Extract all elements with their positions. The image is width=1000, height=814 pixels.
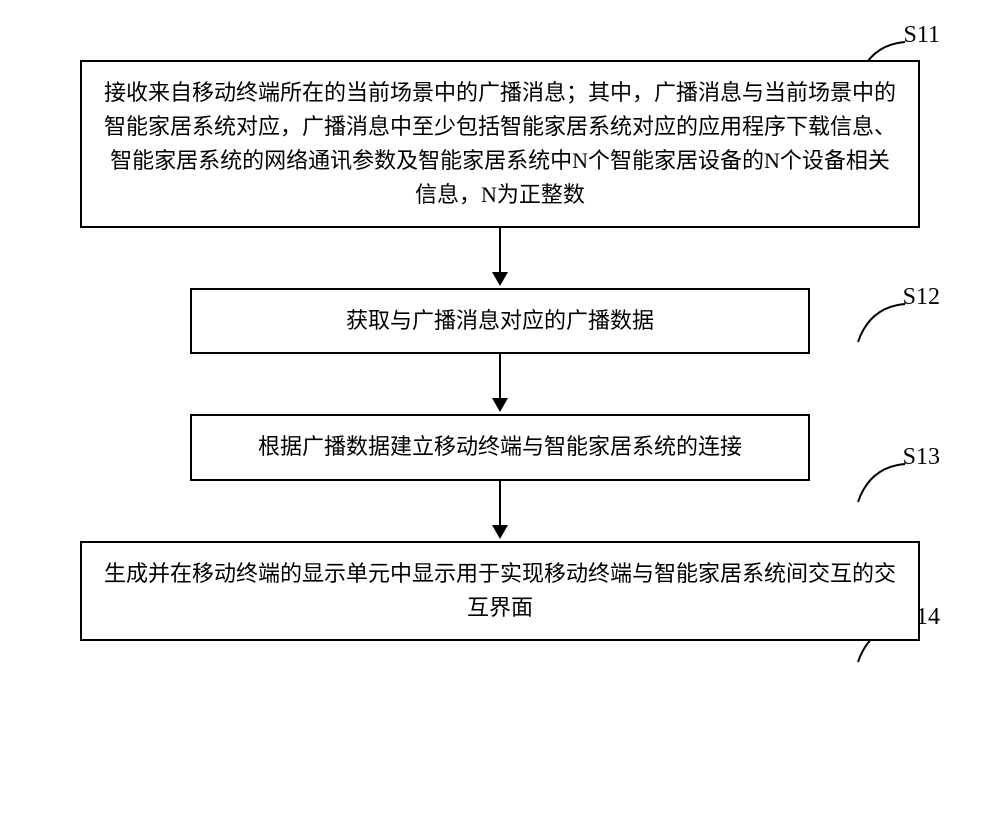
arrow-2 (80, 354, 920, 414)
step-label-s11: S11 (904, 22, 940, 49)
step-box-2: 获取与广播消息对应的广播数据 (190, 288, 810, 354)
step-text-2: 获取与广播消息对应的广播数据 (346, 308, 654, 333)
flowchart: 接收来自移动终端所在的当前场景中的广播消息；其中，广播消息与当前场景中的智能家居… (80, 60, 920, 641)
arrow-1 (80, 228, 920, 288)
step-box-3: 根据广播数据建立移动终端与智能家居系统的连接 (190, 414, 810, 480)
step-text-3: 根据广播数据建立移动终端与智能家居系统的连接 (258, 434, 742, 459)
step-box-4: 生成并在移动终端的显示单元中显示用于实现移动终端与智能家居系统间交互的交互界面 (80, 541, 920, 641)
step-box-1: 接收来自移动终端所在的当前场景中的广播消息；其中，广播消息与当前场景中的智能家居… (80, 60, 920, 228)
step-text-4: 生成并在移动终端的显示单元中显示用于实现移动终端与智能家居系统间交互的交互界面 (104, 561, 896, 620)
arrow-3 (80, 481, 920, 541)
step-text-1: 接收来自移动终端所在的当前场景中的广播消息；其中，广播消息与当前场景中的智能家居… (104, 80, 896, 207)
